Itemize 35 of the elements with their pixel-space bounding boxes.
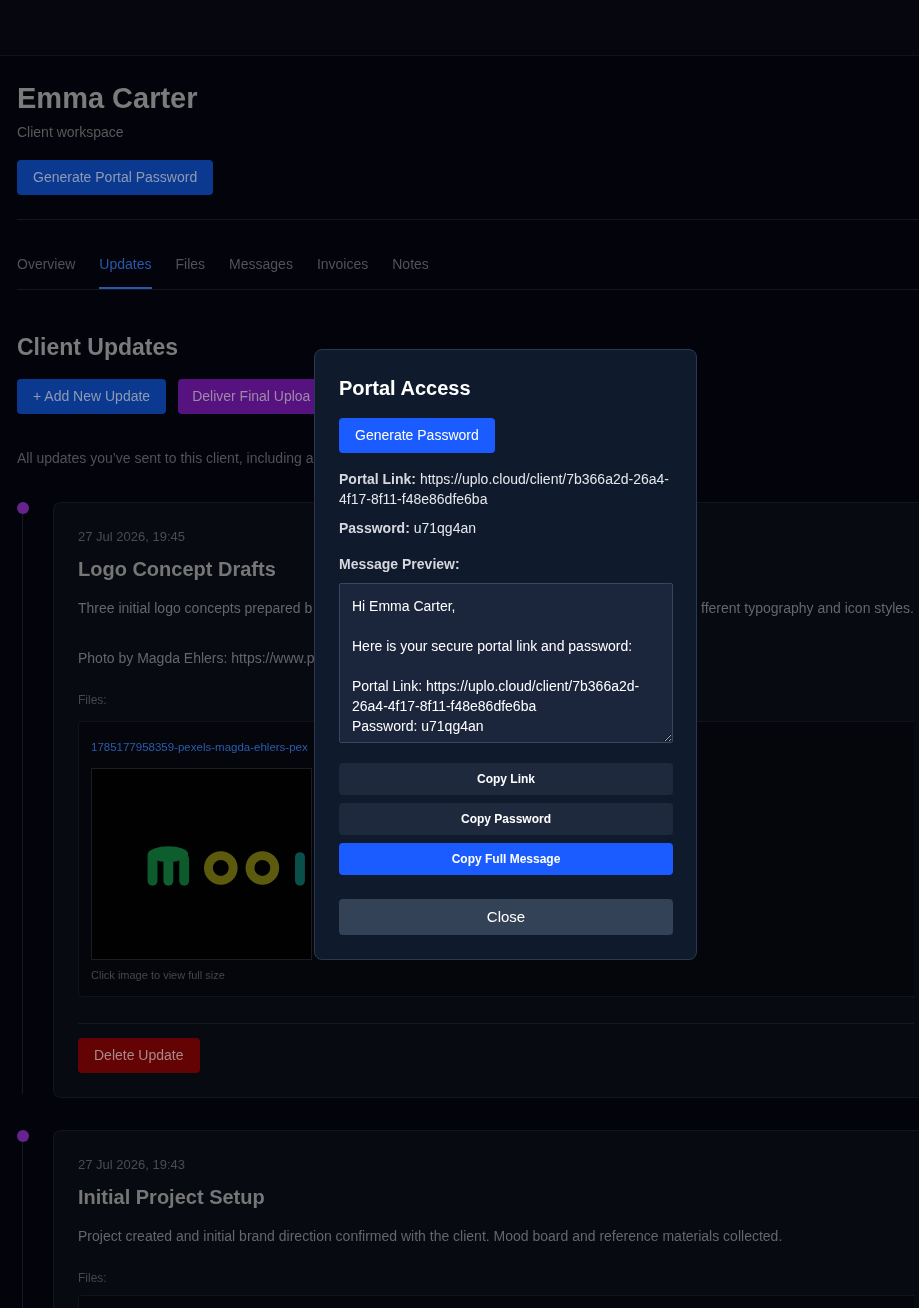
subtitle: Client workspace xyxy=(17,123,125,142)
credential-text: Password: u71qg4an xyxy=(339,519,477,538)
update-title: Initial Project Setup xyxy=(78,1185,265,1211)
nav-tab[interactable]: Overview xyxy=(17,253,76,289)
files-label: Files: xyxy=(78,692,107,710)
file-link[interactable]: 1785177958359-pexels-magda-ehlers-pex xyxy=(91,741,308,754)
update-date: 27 Jul 2026, 19:45 xyxy=(78,527,185,546)
copy-button[interactable]: Copy Link xyxy=(339,763,673,795)
generate-portal-password-button[interactable]: Generate Portal Password xyxy=(17,160,214,195)
photo-credit: Photo by Magda Ehlers: https://www.p xyxy=(78,649,315,669)
update-date: 27 Jul 2026, 19:43 xyxy=(78,1155,185,1174)
image-caption: Click image to view full size xyxy=(91,968,226,984)
nav-tab[interactable]: Updates xyxy=(99,253,152,289)
copy-button[interactable]: Copy Password xyxy=(339,803,673,835)
nav-tab[interactable]: Notes xyxy=(392,253,429,289)
files-label: Files: xyxy=(78,1270,107,1288)
credential-text: Portal Link: https://uplo.cloud/client/7b366a2d-26a4-4f17-8f11-f48e86dfe6ba xyxy=(339,470,670,509)
delete-update-button[interactable]: Delete Update xyxy=(78,1037,200,1073)
copy-button[interactable]: Copy Full Message xyxy=(339,843,673,875)
update-description: Project created and initial brand direction confirmed with the client. Mood board and reference materials collected. xyxy=(78,1227,783,1247)
nav-tab[interactable]: Files xyxy=(175,253,206,289)
generate-password-button[interactable]: Generate Password xyxy=(339,418,495,453)
intro-text: All updates you’ve sent to this client, including a xyxy=(17,448,315,468)
close-button[interactable]: Close xyxy=(339,899,673,935)
section-heading: Client Updates xyxy=(17,334,180,362)
update-description: Three initial logo concepts prepared b xyxy=(78,599,313,619)
client-name: Emma Carter xyxy=(17,81,199,116)
add-update-button[interactable]: + Add New Update xyxy=(17,378,167,414)
nav-tab[interactable]: Messages xyxy=(229,253,293,289)
preview-label: Message Preview: xyxy=(339,555,461,574)
message-preview-field[interactable]: Hi Emma Carter, Here is your secure portal link and password: Portal Link: https://uplo.cloud/client/7b366a2d-26a4-4f17-8f11-f48e86dfe6ba Password: u71qg4an xyxy=(339,583,673,743)
nav-tab[interactable]: Invoices xyxy=(316,253,369,289)
update-description: fferent typography and icon styles. xyxy=(701,599,914,619)
update-title: Logo Concept Drafts xyxy=(78,557,276,583)
dialog-title: Portal Access xyxy=(339,376,472,400)
